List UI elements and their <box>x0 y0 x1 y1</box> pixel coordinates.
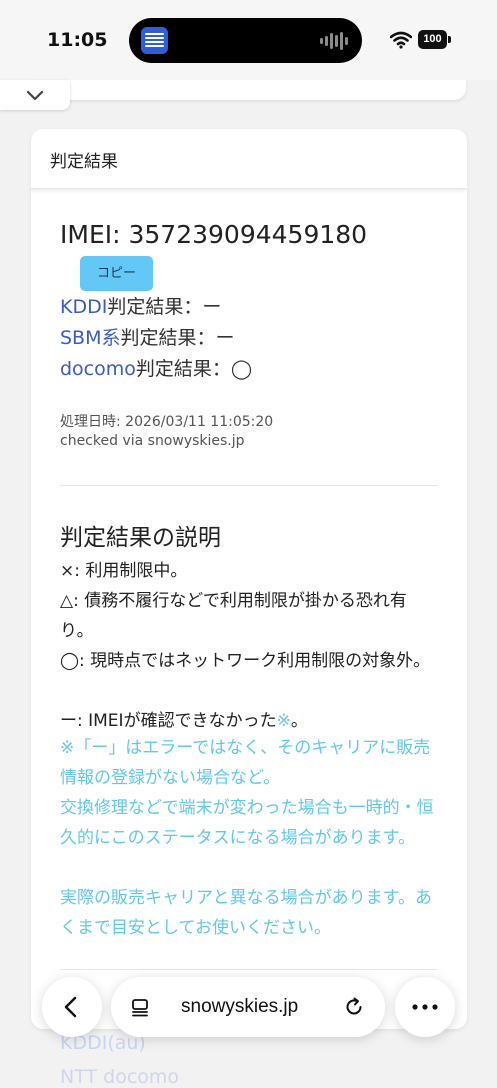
status-bar: 11:05 100 <box>0 0 497 80</box>
more-button[interactable] <box>395 977 455 1037</box>
note-estimate: 実際の販売キャリアと異なる場合があります。あくまで目安としてお使いください。 <box>60 888 432 938</box>
carrier-result-sbm: SBM系判定結果：ー <box>60 323 235 350</box>
legend-unknown-text: ー: IMEIが確認できなかった <box>60 711 277 731</box>
more-icon <box>412 1004 438 1010</box>
note-repair: 交換修理などで端末が変わった場合も一時的・恒久的にこのステータスになる場合があり… <box>60 798 434 848</box>
battery-icon: 100 <box>418 30 451 49</box>
explanation-title: 判定結果の説明 <box>60 525 221 551</box>
divider <box>60 969 438 970</box>
status-time: 11:05 <box>47 29 108 51</box>
imei-value: 357239094459180 <box>128 220 368 249</box>
chevron-down-icon <box>26 90 44 101</box>
imei-display: IMEI: 357239094459180 <box>60 220 367 249</box>
now-playing-app-icon <box>141 27 168 54</box>
docomo-link[interactable]: docomo <box>60 358 136 380</box>
chevron-left-icon <box>64 996 77 1018</box>
sbm-result: 判定結果：ー <box>120 327 235 349</box>
imei-label: IMEI: <box>60 220 129 249</box>
legend-clear: ◯: 現時点ではネットワーク利用制限の対象外。 <box>60 651 431 671</box>
page-menu-icon <box>132 999 148 1017</box>
legend-unknown-period: 。 <box>290 711 308 731</box>
note-error: ※「ー」はエラーではなく、そのキャリアに販売情報の登録がない場合など。 <box>60 738 431 788</box>
dynamic-island <box>129 18 362 63</box>
divider <box>60 485 438 486</box>
card-header: 判定結果 <box>31 129 467 189</box>
collapsed-section <box>31 80 466 100</box>
docomo-result: 判定結果：◯ <box>135 358 253 380</box>
audio-waveform-icon <box>320 31 348 50</box>
back-button[interactable] <box>42 977 102 1037</box>
note-mark: ※ <box>276 711 291 731</box>
collapse-toggle-button[interactable] <box>0 80 70 110</box>
battery-level: 100 <box>418 30 447 49</box>
checked-via-text: checked via snowyskies.jp <box>60 433 245 449</box>
address-bar[interactable]: snowyskies.jp <box>111 977 385 1037</box>
kddi-result: 判定結果：ー <box>107 296 222 318</box>
legend-risk: △: 債務不履行などで利用制限が掛かる恐れ有り。 <box>60 591 407 641</box>
carrier-result-docomo: docomo判定結果：◯ <box>60 354 252 381</box>
reload-icon[interactable] <box>343 996 365 1018</box>
sbm-link[interactable]: SBM系 <box>60 327 121 349</box>
processed-timestamp: 処理日時: 2026/03/11 11:05:20 <box>60 414 274 430</box>
kddi-link[interactable]: KDDI <box>60 296 107 318</box>
wifi-icon <box>390 31 412 49</box>
card-title: 判定結果 <box>50 152 118 172</box>
legend-unknown: ー: IMEIが確認できなかった※。 <box>60 706 440 736</box>
address-text: snowyskies.jp <box>181 996 299 1017</box>
copy-button[interactable]: コピー <box>80 256 153 291</box>
legend-restricted: ×: 利用制限中。 <box>60 561 188 581</box>
result-card: 判定結果 IMEI: 357239094459180 コピー KDDI判定結果：… <box>31 129 467 1029</box>
carrier-result-kddi: KDDI判定結果：ー <box>60 292 221 319</box>
link-ntt-docomo[interactable]: NTT docomo <box>60 1066 179 1088</box>
